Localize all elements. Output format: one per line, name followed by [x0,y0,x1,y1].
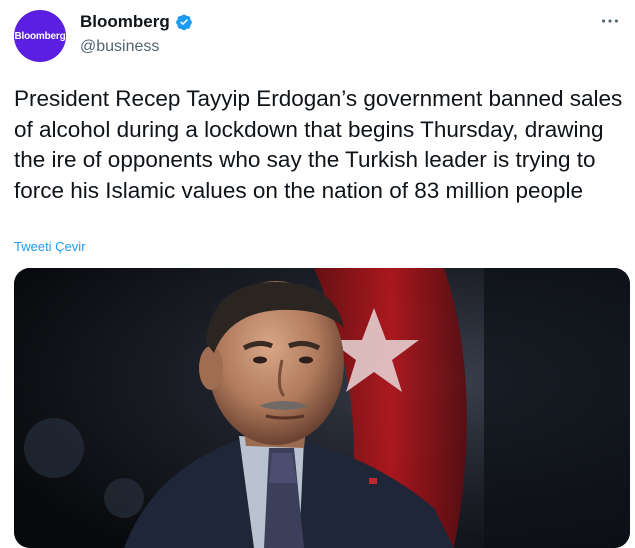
verified-badge-icon [175,14,192,31]
more-options-icon[interactable] [599,10,621,37]
tweet-photo[interactable] [14,268,630,548]
avatar-logo-text: Bloomberg [14,30,66,42]
photo-erdogan [14,268,630,548]
translate-tweet-link[interactable]: Tweeti Çevir [14,239,86,254]
more-horizontal-icon [602,19,618,23]
author-name[interactable]: Bloomberg [80,12,170,32]
author-handle[interactable]: @business [80,38,159,56]
avatar[interactable]: Bloomberg [14,10,66,62]
author-name-row: Bloomberg [80,12,193,32]
tweet-text: President Recep Tayyip Erdogan’s governm… [14,86,623,203]
